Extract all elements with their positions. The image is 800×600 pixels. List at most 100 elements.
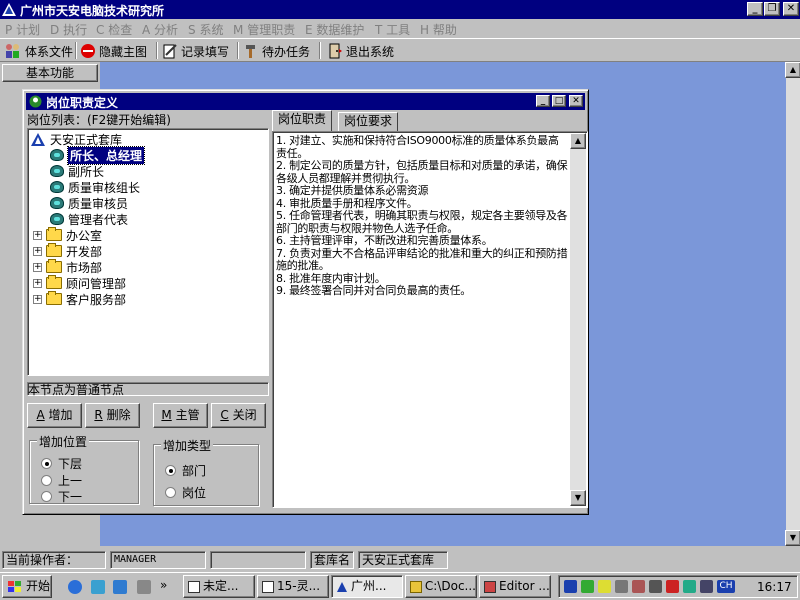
position-tree[interactable]: 天安正式套库 所长、总经理 副所长 质量审核组长 质量审核员 管理者代表 + 办… — [27, 128, 269, 376]
dialog-title: 岗位职责定义 — [46, 96, 119, 110]
folder-icon — [410, 580, 422, 593]
tray-monitor-icon[interactable] — [615, 580, 628, 593]
task-button[interactable]: 15-灵... — [257, 575, 329, 598]
record-fill-button[interactable]: 记录填写 — [162, 41, 229, 61]
tray-app-icon[interactable] — [564, 580, 577, 593]
task-button[interactable]: Editor ... — [479, 575, 551, 598]
menu-check[interactable]: C 检查 — [96, 21, 132, 37]
tree-item-position[interactable]: 质量审核组长 — [50, 179, 140, 195]
menu-plan[interactable]: P 计划 — [5, 21, 40, 37]
tray-keyboard-icon[interactable] — [700, 580, 713, 593]
tray-network2-icon[interactable] — [683, 580, 696, 593]
tree-item-department[interactable]: + 顾问管理部 — [33, 275, 126, 291]
position-icon — [50, 181, 64, 193]
dialog-maximize-button[interactable]: □ — [552, 95, 566, 107]
tray-network-icon[interactable] — [581, 580, 594, 593]
tab-position-duties[interactable]: 岗位职责 — [272, 110, 333, 131]
dialog-minimize-button[interactable]: _ — [536, 95, 550, 107]
pen-paper-icon — [163, 44, 177, 59]
clock[interactable]: 16:17 — [757, 580, 792, 594]
library-label: 套库名 — [310, 551, 354, 569]
scroll-down-icon[interactable]: ▼ — [570, 490, 586, 506]
ie-icon[interactable] — [68, 580, 82, 594]
toolbar-separator — [237, 42, 239, 59]
duty-line: 3. 确定并提供质量体系必需资源 — [276, 184, 429, 197]
duties-scrollbar[interactable]: ▲ ▼ — [570, 133, 586, 506]
outlook-icon[interactable] — [91, 580, 105, 594]
delete-button[interactable]: R 删除 — [85, 403, 140, 428]
menu-system[interactable]: S 系统 — [188, 21, 223, 37]
menu-analyze[interactable]: A 分析 — [142, 21, 178, 37]
supervisor-button[interactable]: M 主管 — [153, 403, 208, 428]
scroll-up-icon[interactable]: ▲ — [785, 62, 800, 78]
menu-help[interactable]: H 帮助 — [420, 21, 457, 37]
position-icon — [50, 165, 64, 177]
tree-item-position[interactable]: 所长、总经理 — [50, 145, 146, 165]
duty-line: 1. 对建立、实施和保持符合ISO9000标准的质量体系负最高责任。 — [276, 134, 559, 160]
tree-item-position[interactable]: 副所长 — [50, 163, 104, 179]
task-button-active[interactable]: 广州... — [331, 575, 403, 598]
position-icon — [50, 149, 64, 161]
scroll-down-icon[interactable]: ▼ — [785, 530, 800, 546]
basic-functions-button[interactable]: 基本功能 — [2, 64, 98, 82]
tree-item-position[interactable]: 质量审核员 — [50, 195, 128, 211]
task-button[interactable]: 未定... — [183, 575, 255, 598]
start-button[interactable]: 开始 — [2, 575, 52, 598]
tree-item-department[interactable]: + 客户服务部 — [33, 291, 126, 307]
close-dialog-button[interactable]: C 关闭 — [211, 403, 266, 428]
radio-position[interactable]: 岗位 — [165, 484, 206, 501]
people-icon — [6, 44, 19, 58]
tree-item-department[interactable]: + 办公室 — [33, 227, 102, 243]
task-button[interactable]: C:\Doc... — [405, 575, 477, 598]
scroll-up-icon[interactable]: ▲ — [570, 133, 586, 149]
tab-position-requirements[interactable]: 岗位要求 — [338, 112, 399, 131]
windows-logo-icon — [8, 580, 21, 592]
expand-icon[interactable]: + — [33, 262, 42, 272]
tree-item-department[interactable]: + 市场部 — [33, 259, 102, 275]
tool-icon[interactable] — [137, 580, 151, 594]
chevron-icon[interactable]: » — [160, 578, 167, 592]
hammer-icon — [246, 45, 255, 58]
desktop-icon[interactable] — [113, 580, 127, 594]
radio-previous[interactable]: 上一 — [41, 472, 82, 489]
close-button[interactable]: ✕ — [783, 2, 799, 16]
expand-icon[interactable]: + — [33, 230, 42, 240]
radio-dot — [41, 458, 52, 469]
add-position-label: 增加位置 — [37, 433, 90, 450]
tree-item-position[interactable]: 管理者代表 — [50, 211, 128, 227]
expand-icon[interactable]: + — [33, 246, 42, 256]
add-button[interactable]: A 增加 — [27, 403, 82, 428]
radio-department[interactable]: 部门 — [165, 462, 206, 479]
system-file-button[interactable]: 体系文件 — [4, 41, 73, 61]
dialog-title-bar: 岗位职责定义 _ □ ✕ — [26, 93, 585, 110]
tree-item-department[interactable]: + 开发部 — [33, 243, 102, 259]
maximize-button[interactable]: ❐ — [764, 2, 780, 16]
duties-text-area[interactable]: 1. 对建立、实施和保持符合ISO9000标准的质量体系负最高责任。 2. 制定… — [272, 131, 588, 508]
exit-system-button[interactable]: 退出系统 — [327, 41, 394, 61]
taskbar: 开始 » 未定... 15-灵... 广州... C:\Doc... Edito… — [0, 572, 800, 600]
menu-tools[interactable]: T 工具 — [375, 21, 410, 37]
dialog-close-button[interactable]: ✕ — [569, 95, 583, 107]
duty-line: 5. 任命管理者代表，明确其职责与权限，规定各主要领导及各部门的职责与权限并物色… — [276, 209, 568, 235]
pending-task-button[interactable]: 待办任务 — [243, 41, 310, 61]
operator-label: 当前操作者： — [2, 551, 106, 569]
tray-printer-icon[interactable] — [649, 580, 662, 593]
workspace-scrollbar[interactable]: ▲ ▼ — [785, 62, 800, 546]
menu-management-duties[interactable]: M 管理职责 — [233, 21, 295, 37]
hide-main-button[interactable]: 隐藏主图 — [80, 41, 147, 61]
tray-sound-icon[interactable] — [598, 580, 611, 593]
radio-dot — [41, 491, 52, 502]
radio-next[interactable]: 下一 — [41, 488, 82, 505]
minimize-button[interactable]: _ — [747, 2, 763, 16]
tree-root[interactable]: 天安正式套库 — [30, 131, 122, 147]
radio-lower-level[interactable]: 下层 — [41, 455, 82, 472]
expand-icon[interactable]: + — [33, 278, 42, 288]
ime-indicator[interactable]: CH — [717, 580, 735, 593]
app-title: 广州市天安电脑技术研究所 — [20, 4, 165, 18]
tray-shield-icon[interactable] — [666, 580, 679, 593]
menu-data-maintenance[interactable]: E 数据维护 — [305, 21, 364, 37]
tray-tool-icon[interactable] — [632, 580, 645, 593]
expand-icon[interactable]: + — [33, 294, 42, 304]
menu-execute[interactable]: D 执行 — [50, 21, 87, 37]
position-icon — [50, 197, 64, 209]
